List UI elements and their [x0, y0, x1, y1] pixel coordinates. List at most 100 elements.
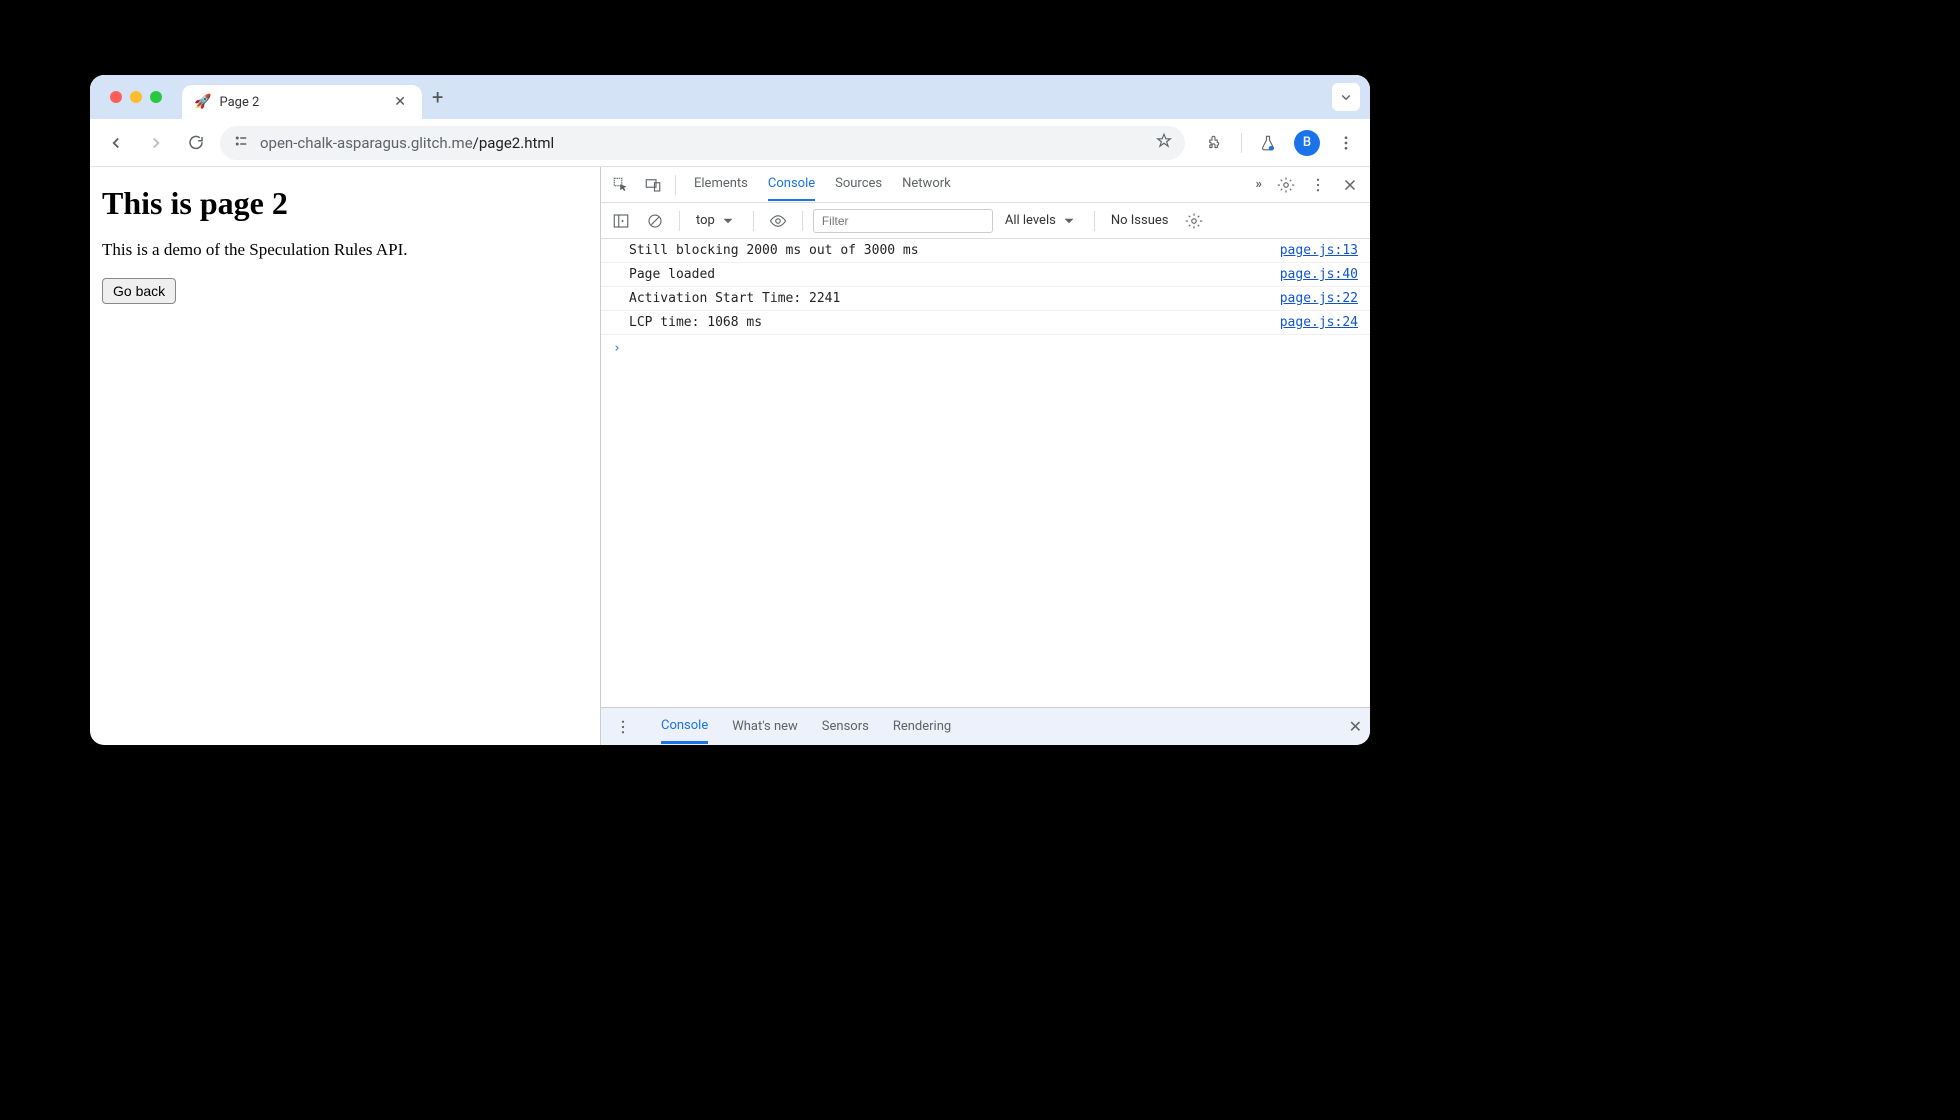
- issues-indicator[interactable]: No Issues: [1105, 213, 1175, 228]
- forward-button[interactable]: [140, 127, 172, 159]
- log-levels-selector[interactable]: All levels: [999, 212, 1084, 230]
- console-source-link[interactable]: page.js:24: [1280, 315, 1358, 330]
- url-path: /page2.html: [473, 134, 555, 152]
- url-display: open-chalk-asparagus.glitch.me/page2.htm…: [260, 134, 554, 152]
- tab-close-button[interactable]: ✕: [390, 92, 410, 112]
- tab-title: Page 2: [219, 95, 382, 110]
- chevron-down-icon: [1337, 88, 1355, 106]
- gear-icon: [1185, 212, 1203, 230]
- separator: [675, 175, 676, 195]
- console-prompt[interactable]: ›: [601, 335, 1370, 362]
- drawer-close-button[interactable]: ✕: [1349, 717, 1362, 736]
- devtools-menu-button[interactable]: [1304, 171, 1332, 199]
- close-window-button[interactable]: [110, 91, 122, 103]
- go-back-button[interactable]: Go back: [102, 278, 176, 304]
- console-filter-input[interactable]: [813, 209, 993, 233]
- live-expression-button[interactable]: [764, 207, 792, 235]
- devtools-close-button[interactable]: [1336, 171, 1364, 199]
- browser-window: 🚀 Page 2 ✕ + open-chalk-asparagus.glitch…: [90, 75, 1370, 745]
- devtools-tab-console[interactable]: Console: [768, 168, 815, 201]
- eye-icon: [769, 212, 787, 230]
- profile-avatar[interactable]: B: [1294, 130, 1320, 156]
- reload-button[interactable]: [180, 127, 212, 159]
- console-log-row: LCP time: 1068 ms page.js:24: [601, 311, 1370, 335]
- levels-label: All levels: [1005, 213, 1056, 228]
- console-source-link[interactable]: page.js:22: [1280, 291, 1358, 306]
- console-output: Still blocking 2000 ms out of 3000 ms pa…: [601, 239, 1370, 707]
- site-info-icon[interactable]: [232, 132, 250, 154]
- close-icon: [1341, 176, 1359, 194]
- context-label: top: [696, 213, 715, 228]
- avatar-letter: B: [1303, 135, 1311, 150]
- clear-console-button[interactable]: [641, 207, 669, 235]
- drawer-tab-whatsnew[interactable]: What's new: [732, 711, 798, 742]
- sidebar-icon: [612, 212, 630, 230]
- console-message: LCP time: 1068 ms: [629, 315, 1280, 330]
- devtools-tab-elements[interactable]: Elements: [694, 168, 748, 201]
- labs-button[interactable]: [1254, 129, 1282, 157]
- devtools-tab-sources[interactable]: Sources: [835, 168, 882, 201]
- puzzle-icon: [1206, 134, 1224, 152]
- url-host: open-chalk-asparagus.glitch.me: [260, 134, 473, 152]
- devtools-panel: Elements Console Sources Network »: [600, 167, 1370, 745]
- kebab-icon: [1309, 176, 1327, 194]
- arrow-right-icon: [147, 134, 165, 152]
- content-area: This is page 2 This is a demo of the Spe…: [90, 167, 1370, 745]
- drawer-tab-rendering[interactable]: Rendering: [893, 711, 951, 742]
- tab-strip: 🚀 Page 2 ✕ +: [90, 75, 1370, 119]
- dropdown-icon: [1060, 212, 1078, 230]
- devtools-settings-button[interactable]: [1272, 171, 1300, 199]
- console-message: Activation Start Time: 2241: [629, 291, 1280, 306]
- devtools-more-tabs-button[interactable]: »: [1250, 177, 1269, 192]
- minimize-window-button[interactable]: [130, 91, 142, 103]
- extensions-button[interactable]: [1201, 129, 1229, 157]
- console-log-row: Activation Start Time: 2241 page.js:22: [601, 287, 1370, 311]
- console-source-link[interactable]: page.js:13: [1280, 243, 1358, 258]
- flask-icon: [1259, 134, 1277, 152]
- browser-menu-button[interactable]: [1332, 129, 1360, 157]
- inspect-icon: [612, 176, 630, 194]
- dropdown-icon: [719, 212, 737, 230]
- kebab-icon: [1337, 134, 1355, 152]
- inspect-element-button[interactable]: [607, 171, 635, 199]
- drawer-tab-console[interactable]: Console: [661, 710, 708, 744]
- console-log-row: Still blocking 2000 ms out of 3000 ms pa…: [601, 239, 1370, 263]
- separator: [753, 211, 754, 231]
- devices-icon: [644, 176, 662, 194]
- devtools-topbar: Elements Console Sources Network »: [601, 167, 1370, 203]
- drawer-menu-button[interactable]: [609, 713, 637, 741]
- browser-tab[interactable]: 🚀 Page 2 ✕: [182, 85, 422, 119]
- gear-icon: [1277, 176, 1295, 194]
- console-filterbar: top All levels No Issues: [601, 203, 1370, 239]
- console-source-link[interactable]: page.js:40: [1280, 267, 1358, 282]
- tabs-menu-button[interactable]: [1332, 83, 1360, 111]
- toolbar-right: B: [1193, 129, 1360, 157]
- devtools-drawer: Console What's new Sensors Rendering ✕: [601, 707, 1370, 745]
- reload-icon: [187, 134, 205, 152]
- devtools-tab-network[interactable]: Network: [902, 168, 951, 201]
- console-sidebar-toggle[interactable]: [607, 207, 635, 235]
- bookmark-button[interactable]: [1155, 132, 1173, 154]
- devtools-tabs: Elements Console Sources Network: [684, 168, 1246, 201]
- console-message: Still blocking 2000 ms out of 3000 ms: [629, 243, 1280, 258]
- console-context-selector[interactable]: top: [690, 212, 743, 230]
- separator: [1241, 133, 1242, 153]
- console-message: Page loaded: [629, 267, 1280, 282]
- device-toggle-button[interactable]: [639, 171, 667, 199]
- clear-icon: [646, 212, 664, 230]
- maximize-window-button[interactable]: [150, 91, 162, 103]
- console-settings-button[interactable]: [1180, 207, 1208, 235]
- new-tab-button[interactable]: +: [422, 81, 453, 113]
- page-description: This is a demo of the Speculation Rules …: [102, 240, 588, 260]
- page-heading: This is page 2: [102, 185, 588, 222]
- kebab-icon: [614, 718, 632, 736]
- address-bar[interactable]: open-chalk-asparagus.glitch.me/page2.htm…: [220, 126, 1185, 160]
- drawer-tab-sensors[interactable]: Sensors: [822, 711, 869, 742]
- back-button[interactable]: [100, 127, 132, 159]
- console-log-row: Page loaded page.js:40: [601, 263, 1370, 287]
- separator: [679, 211, 680, 231]
- window-controls: [98, 75, 174, 119]
- arrow-left-icon: [107, 134, 125, 152]
- tab-favicon: 🚀: [194, 94, 211, 110]
- page-content: This is page 2 This is a demo of the Spe…: [90, 167, 600, 745]
